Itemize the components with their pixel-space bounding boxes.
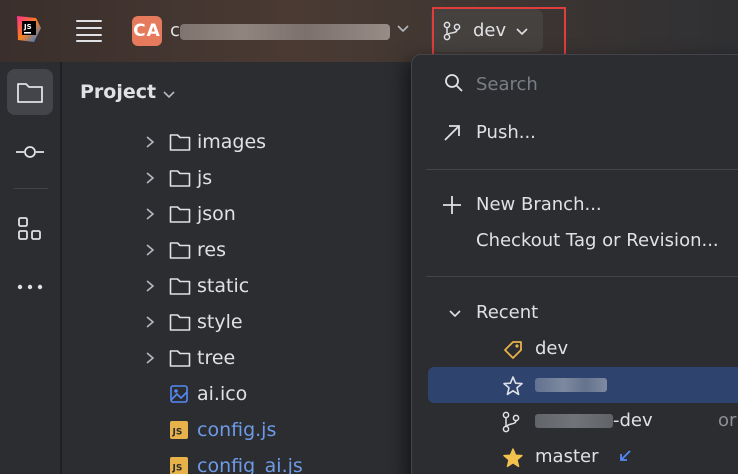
- branch-icon: [443, 21, 461, 41]
- js-file-icon: JS: [170, 421, 188, 439]
- image-file-icon: [170, 385, 188, 403]
- branch-popup: Push... New Branch... Checkout Tag or Re…: [411, 54, 738, 474]
- branch-item-dev[interactable]: dev: [428, 331, 738, 367]
- chevron-right-icon[interactable]: [144, 315, 156, 329]
- tree-item[interactable]: JS config.js: [62, 412, 422, 448]
- title-bar: JS CA c dev: [0, 0, 738, 62]
- svg-text:JS: JS: [23, 23, 32, 31]
- structure-tool-button[interactable]: [7, 206, 53, 252]
- chevron-right-icon[interactable]: [144, 171, 156, 185]
- tree-item-label: res: [197, 239, 226, 261]
- project-tool-button[interactable]: [7, 69, 53, 115]
- folder-icon: [169, 350, 191, 367]
- folder-icon: [169, 242, 191, 259]
- checkout-tag-menu-item[interactable]: Checkout Tag or Revision...: [428, 223, 738, 259]
- tree-item-label: json: [197, 203, 236, 225]
- tree-item[interactable]: images: [62, 124, 422, 160]
- ide-logo-icon[interactable]: JS: [14, 14, 44, 44]
- svg-text:JS: JS: [172, 464, 183, 474]
- branch-selector-button[interactable]: dev: [431, 9, 543, 52]
- tree-item-label: images: [197, 131, 267, 153]
- folder-icon: [169, 314, 191, 331]
- arrow-up-right-icon: [444, 125, 460, 141]
- star-outline-icon: [503, 376, 523, 396]
- tree-item[interactable]: tree: [62, 340, 422, 376]
- svg-text:JS: JS: [172, 428, 183, 438]
- current-branch-label: dev: [473, 20, 507, 41]
- branch-label: dev: [535, 338, 569, 359]
- tree-item[interactable]: ai.ico: [62, 376, 422, 412]
- branch-label: -dev: [535, 409, 653, 433]
- tree-item[interactable]: style: [62, 304, 422, 340]
- chevron-down-icon: [516, 28, 528, 36]
- tree-item[interactable]: res: [62, 232, 422, 268]
- separator: [426, 276, 738, 277]
- folder-icon: [169, 278, 191, 295]
- tree-item-label: js: [197, 167, 213, 189]
- chevron-right-icon[interactable]: [144, 279, 156, 293]
- search-icon: [445, 74, 463, 92]
- chevron-right-icon[interactable]: [144, 135, 156, 149]
- push-label: Push...: [476, 122, 536, 143]
- chevron-down-icon[interactable]: [162, 88, 176, 102]
- tree-item-label: static: [197, 275, 250, 297]
- tree-item-label: tree: [197, 347, 236, 369]
- branch-item-feature-dev[interactable]: -dev or: [428, 403, 738, 439]
- commit-icon: [16, 146, 44, 158]
- star-filled-icon: [503, 448, 523, 468]
- js-file-icon: JS: [170, 457, 188, 474]
- branch-label: [535, 373, 607, 397]
- incoming-arrow-icon: [620, 450, 631, 461]
- separator: [426, 169, 738, 170]
- tree-item-label: style: [197, 311, 243, 333]
- chevron-right-icon[interactable]: [144, 207, 156, 221]
- redacted-branch-prefix: [535, 414, 613, 428]
- more-tools-button[interactable]: [7, 264, 53, 310]
- chevron-down-icon: [449, 310, 461, 318]
- push-menu-item[interactable]: Push...: [428, 115, 738, 151]
- more-icon: [17, 284, 43, 290]
- branch-label: master: [535, 446, 599, 467]
- popup-search-bar: [412, 55, 738, 113]
- panel-title[interactable]: Project: [80, 80, 156, 104]
- tool-window-strip: [0, 62, 61, 474]
- branch-item-selected[interactable]: [428, 367, 738, 403]
- folder-icon: [17, 83, 43, 103]
- plus-icon: [443, 196, 461, 214]
- main-menu-icon[interactable]: [76, 18, 102, 42]
- redacted-branch-name: [535, 378, 607, 392]
- new-branch-menu-item[interactable]: New Branch...: [428, 187, 738, 223]
- branch-icon: [502, 411, 520, 433]
- project-badge[interactable]: CA: [132, 16, 162, 46]
- folder-icon: [169, 206, 191, 223]
- recent-group-header[interactable]: Recent: [428, 295, 738, 331]
- project-panel: Project images js json res static style tree ai…: [62, 62, 422, 474]
- tree-item-label: config.js: [197, 419, 277, 441]
- commit-tool-button[interactable]: [7, 129, 53, 175]
- new-branch-label: New Branch...: [476, 194, 602, 215]
- branch-search-input[interactable]: [476, 69, 726, 99]
- folder-icon: [169, 134, 191, 151]
- tree-item[interactable]: json: [62, 196, 422, 232]
- tag-icon: [504, 341, 522, 359]
- tree-item-label: config_ai.js: [197, 455, 303, 474]
- tree-item[interactable]: JS config_ai.js: [62, 448, 422, 474]
- folder-icon: [169, 170, 191, 187]
- tree-item-label: ai.ico: [197, 383, 248, 405]
- structure-icon: [18, 217, 41, 240]
- branch-tracking-info: or: [718, 410, 737, 431]
- branch-item-master[interactable]: master: [428, 439, 738, 474]
- tree-item[interactable]: static: [62, 268, 422, 304]
- chevron-right-icon[interactable]: [144, 351, 156, 365]
- chevron-right-icon[interactable]: [144, 243, 156, 257]
- chevron-down-icon[interactable]: [396, 22, 410, 36]
- project-name[interactable]: c: [170, 20, 180, 42]
- recent-label: Recent: [476, 302, 539, 323]
- project-name-redacted: [180, 24, 390, 40]
- tree-item[interactable]: js: [62, 160, 422, 196]
- checkout-tag-label: Checkout Tag or Revision...: [476, 230, 719, 251]
